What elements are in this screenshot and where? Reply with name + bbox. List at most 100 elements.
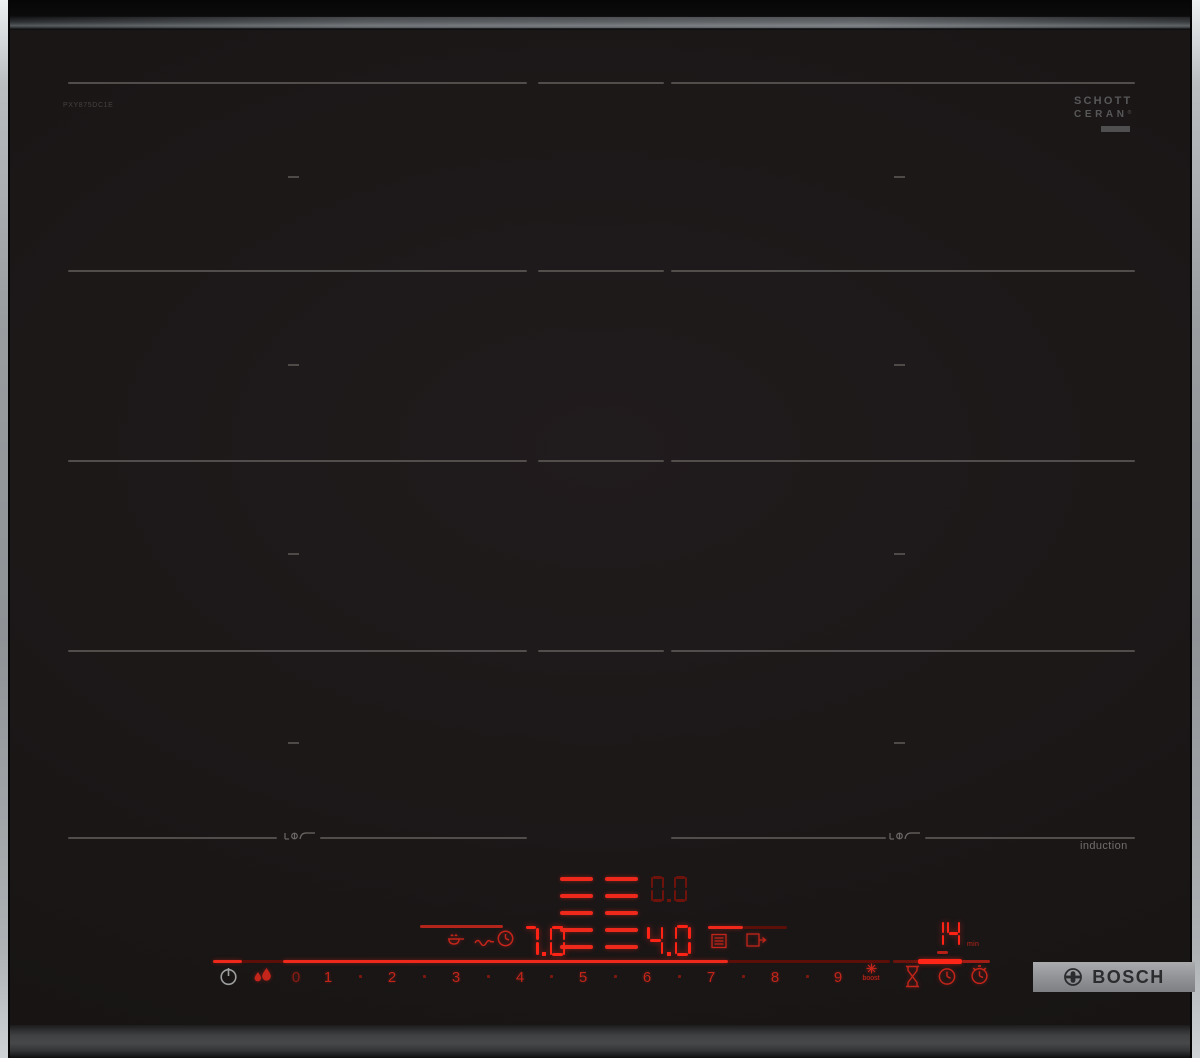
separator-dot xyxy=(359,975,362,978)
fry-sensor-pan-icon xyxy=(446,932,466,946)
right-flexzone-indicator xyxy=(605,877,638,949)
zone-line xyxy=(68,460,527,462)
level-bar xyxy=(560,928,593,932)
level-bar xyxy=(605,928,638,932)
left-function-indicator-line xyxy=(420,925,503,928)
schott-ceran-line1: SCHOTT xyxy=(1074,96,1132,107)
level-bar xyxy=(560,911,593,915)
right-function-indicator-line xyxy=(708,926,743,929)
registered-mark: ® xyxy=(1128,110,1132,116)
slider-line xyxy=(283,960,728,963)
kitchen-timer-key[interactable] xyxy=(969,964,990,986)
level-bar xyxy=(560,877,593,881)
pan-position-marker xyxy=(894,176,905,178)
bevel-highlight xyxy=(8,17,1192,28)
induction-cooktop: PXY875DC1E SCHOTT CERAN® induction BOSCH xyxy=(0,0,1200,1058)
pan-position-marker xyxy=(894,553,905,555)
pan-position-marker xyxy=(288,176,299,178)
digit-key-4[interactable]: 4 xyxy=(508,969,532,986)
digit-key-3[interactable]: 3 xyxy=(444,969,468,986)
separator-dot xyxy=(806,975,809,978)
pan-size-marker-icon xyxy=(886,828,922,842)
pan-size-marker-icon xyxy=(281,828,317,842)
zone-line xyxy=(925,837,1135,839)
right-function-indicator-line-dim xyxy=(743,926,787,929)
power-key[interactable] xyxy=(218,966,239,987)
separator-dot xyxy=(614,975,617,978)
zone-line xyxy=(671,460,1135,462)
slider-line xyxy=(893,960,918,963)
keep-warm-icon xyxy=(711,933,727,949)
separator-dot xyxy=(423,975,426,978)
digit-key-5[interactable]: 5 xyxy=(571,969,595,986)
slider-line xyxy=(242,960,283,963)
level-bar xyxy=(605,911,638,915)
simmer-wave-icon xyxy=(474,937,496,946)
level-bar xyxy=(605,945,638,949)
zone-line xyxy=(671,82,1135,84)
digit-key-6[interactable]: 6 xyxy=(635,969,659,986)
move-pan-icon xyxy=(746,931,767,949)
zone-timer-clock-icon xyxy=(496,929,515,948)
cooking-timer-key[interactable] xyxy=(937,966,957,986)
zone-line xyxy=(538,460,664,462)
pan-position-marker xyxy=(894,742,905,744)
level-bar xyxy=(560,894,593,898)
boost-label: boost xyxy=(862,975,879,982)
zone-line xyxy=(538,82,664,84)
pan-position-marker xyxy=(288,553,299,555)
level-bar xyxy=(605,894,638,898)
right-metal-trim xyxy=(1190,0,1200,1058)
model-number: PXY875DC1E xyxy=(63,102,113,109)
zone-line xyxy=(68,837,277,839)
left-flexzone-indicator xyxy=(560,877,593,949)
digit-key-9[interactable]: 9 xyxy=(826,969,850,986)
level-bar xyxy=(560,945,593,949)
bosch-emblem-icon xyxy=(1063,967,1083,987)
left-metal-trim xyxy=(0,0,10,1058)
right-zone-level-display xyxy=(645,925,693,956)
bosch-wordmark: BOSCH xyxy=(1092,967,1165,988)
zone-line xyxy=(671,837,886,839)
slider-line xyxy=(213,960,242,963)
zone-line xyxy=(320,837,527,839)
digit-key-2[interactable]: 2 xyxy=(380,969,404,986)
ceran-glass-surface xyxy=(8,30,1192,1025)
zone-line xyxy=(538,270,664,272)
zone-line xyxy=(671,270,1135,272)
zone-line xyxy=(68,82,527,84)
hourglass-timer-key[interactable] xyxy=(904,965,921,988)
digit-key-7[interactable]: 7 xyxy=(699,969,723,986)
boost-key[interactable]: boost xyxy=(855,963,887,982)
timer-unit-label: min xyxy=(967,941,979,948)
zone-line xyxy=(671,650,1135,652)
slider-line xyxy=(962,960,990,963)
zone-line xyxy=(68,270,527,272)
front-bevel-edge xyxy=(8,1025,1192,1058)
separator-dot xyxy=(487,975,490,978)
zone-line xyxy=(538,650,664,652)
pan-position-marker xyxy=(894,364,905,366)
wipe-protection-key[interactable] xyxy=(252,964,274,988)
separator-dot xyxy=(678,975,681,978)
separator-dot xyxy=(550,975,553,978)
timer-display xyxy=(929,921,962,946)
zone-line xyxy=(68,650,527,652)
timer-select-dash xyxy=(937,951,948,954)
slider-line-active xyxy=(918,959,962,964)
top-bevel-edge xyxy=(8,0,1192,30)
schott-ceran-logo: SCHOTT CERAN® xyxy=(1074,96,1132,120)
digit-key-1[interactable]: 1 xyxy=(316,969,340,986)
schott-ceran-line2: CERAN xyxy=(1074,109,1128,120)
digit-key-8[interactable]: 8 xyxy=(763,969,787,986)
pan-position-marker xyxy=(288,364,299,366)
pan-position-marker xyxy=(288,742,299,744)
schott-ceran-bar xyxy=(1101,126,1130,132)
bosch-badge: BOSCH xyxy=(1033,962,1195,992)
digit-key-0[interactable]: 0 xyxy=(284,969,308,986)
rear-zone-level-display xyxy=(649,876,689,902)
induction-label: induction xyxy=(1080,840,1128,852)
boost-star-icon xyxy=(866,963,877,974)
level-bar xyxy=(605,877,638,881)
separator-dot xyxy=(742,975,745,978)
